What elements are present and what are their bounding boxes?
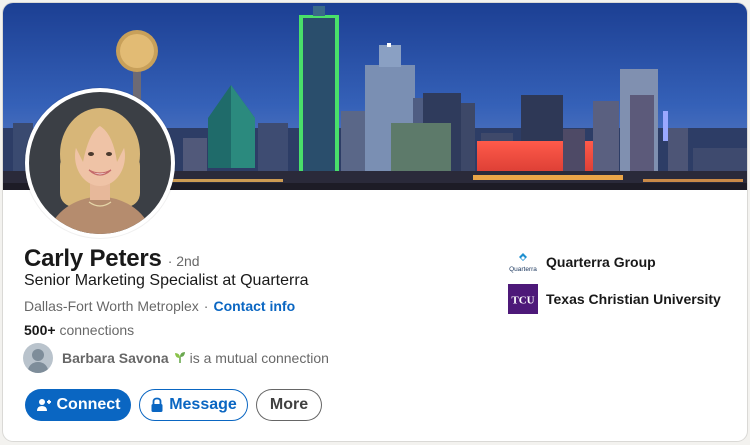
- message-label: Message: [169, 396, 237, 413]
- profile-card: Carly Peters · 2nd Senior Marketing Spec…: [3, 3, 747, 441]
- location-row: Dallas-Fort Worth Metroplex · Contact in…: [24, 298, 295, 314]
- person-placeholder-icon: [23, 343, 53, 373]
- org-item-quarterra[interactable]: Quarterra Quarterra Group: [508, 247, 721, 277]
- profile-headline: Senior Marketing Specialist at Quarterra: [24, 272, 309, 289]
- connections-count[interactable]: 500+ connections: [24, 322, 134, 338]
- profile-photo[interactable]: [25, 88, 175, 238]
- lock-icon: [150, 397, 164, 413]
- quarterra-logo-icon: Quarterra: [508, 247, 538, 277]
- quarterra-logo-text: Quarterra: [509, 266, 537, 273]
- profile-actions: Connect Message More: [25, 389, 330, 421]
- avatar: [29, 92, 171, 234]
- connect-label: Connect: [56, 396, 121, 413]
- more-label: More: [269, 396, 309, 413]
- mutual-connection-name: Barbara Savona: [62, 350, 169, 366]
- profile-name: Carly Peters: [24, 245, 162, 272]
- organizations-list: Quarterra Quarterra Group TCU Texas Chri…: [508, 247, 721, 321]
- connections-label: connections: [59, 322, 135, 338]
- sprout-icon: [173, 350, 187, 367]
- connection-degree: · 2nd: [167, 253, 200, 269]
- tcu-logo-icon: TCU: [508, 284, 538, 314]
- org-name-quarterra: Quarterra Group: [546, 254, 656, 270]
- more-button[interactable]: More: [256, 389, 322, 421]
- mutual-connection-suffix: is a mutual connection: [189, 350, 329, 366]
- connections-number: 500+: [24, 322, 56, 338]
- org-item-tcu[interactable]: TCU Texas Christian University: [508, 284, 721, 314]
- name-row: Carly Peters · 2nd: [24, 245, 200, 273]
- contact-info-link[interactable]: Contact info: [213, 298, 295, 314]
- mutual-avatar: [23, 343, 53, 373]
- mutual-connection[interactable]: Barbara Savona is a mutual connection: [23, 343, 329, 373]
- message-button[interactable]: Message: [139, 389, 248, 421]
- profile-location: Dallas-Fort Worth Metroplex: [24, 298, 199, 314]
- tcu-logo-text: TCU: [511, 295, 534, 307]
- org-name-tcu: Texas Christian University: [546, 291, 721, 307]
- separator: ·: [203, 298, 209, 314]
- connect-button[interactable]: Connect: [25, 389, 131, 421]
- add-person-icon: [36, 397, 52, 413]
